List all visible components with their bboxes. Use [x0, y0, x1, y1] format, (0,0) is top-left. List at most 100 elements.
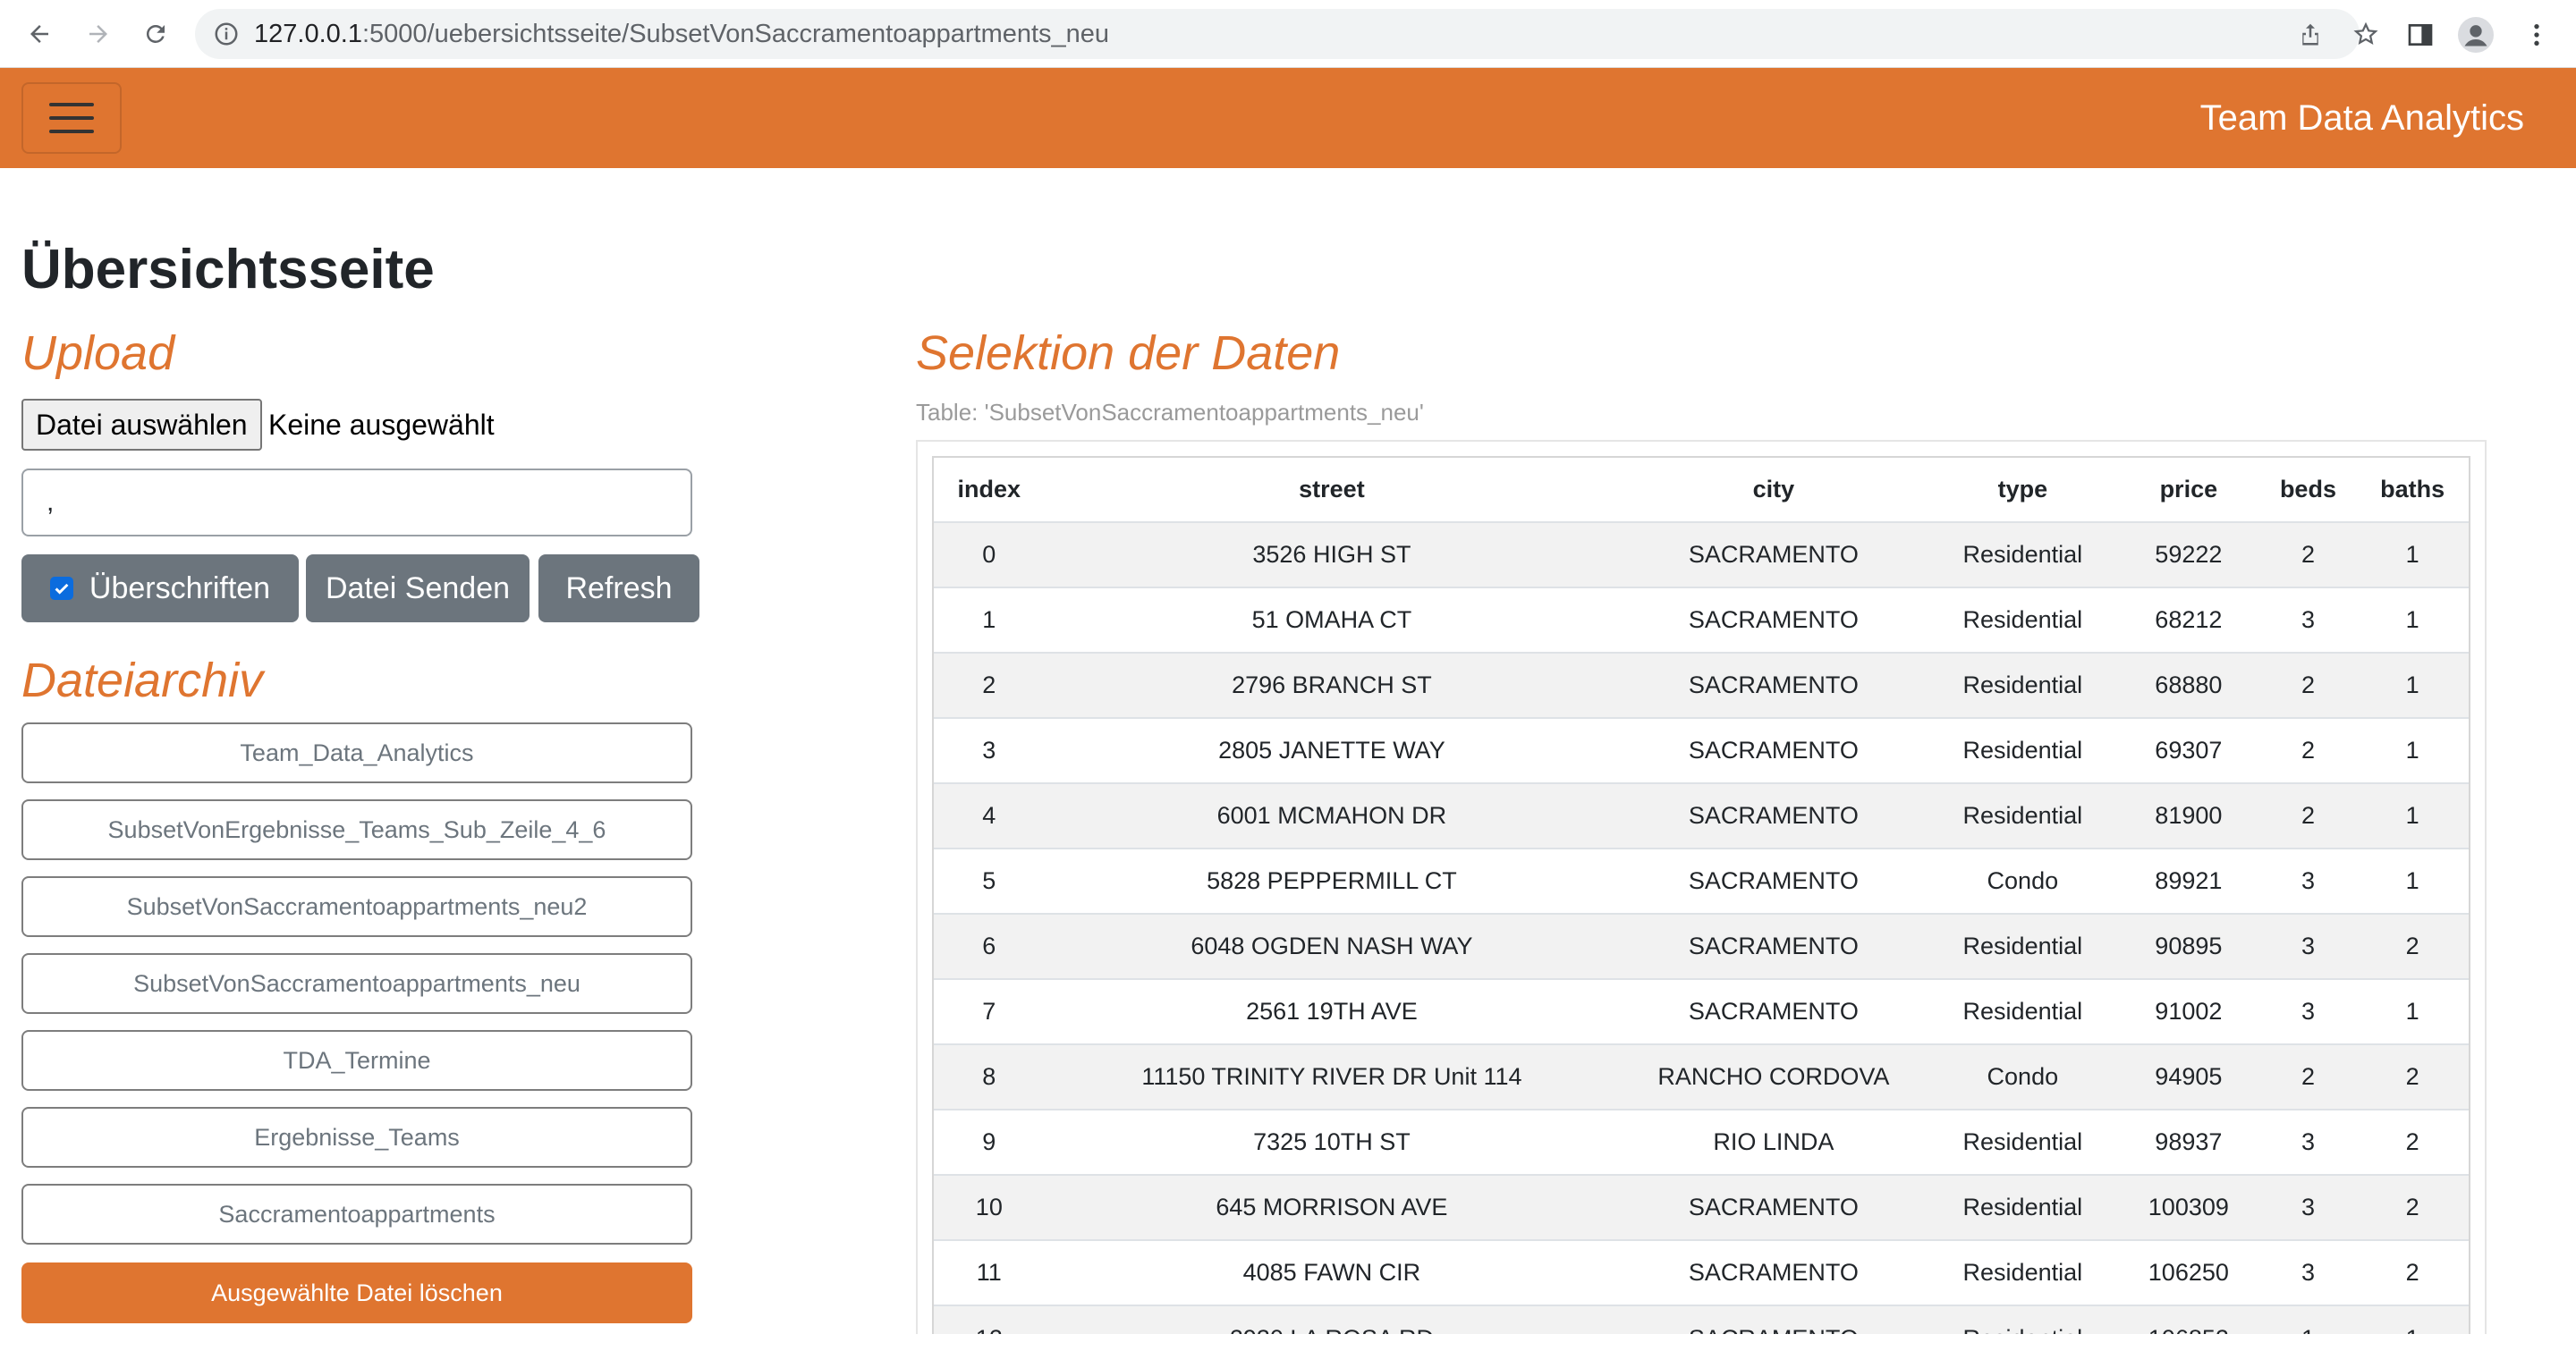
side-panel-button[interactable] [2402, 17, 2438, 53]
table-cell-price: 59222 [2117, 521, 2260, 587]
table-cell-beds: 2 [2259, 1043, 2357, 1110]
address-bar[interactable]: 127.0.0.1:5000/uebersichtsseite/SubsetVo… [195, 9, 2378, 59]
table-cell-city: SACRAMENTO [1619, 978, 1928, 1044]
table-row: 2 2796 BRANCH ST SACRAMENTO Residential 6888… [934, 652, 2469, 718]
table-cell-beds: 3 [2259, 1109, 2357, 1175]
table-cell-city: SACRAMENTO [1619, 913, 1928, 979]
url-path: :5000/uebersichtsseite/SubsetVonSaccrame… [361, 20, 1110, 48]
side-panel-icon [2408, 24, 2433, 46]
table-cell-beds: 2 [2259, 521, 2357, 587]
archive-file-button[interactable]: TDA_Termine [21, 1030, 692, 1091]
table-cell-index: 9 [934, 1109, 1045, 1175]
separator-input[interactable]: , [21, 469, 692, 536]
choose-file-button[interactable]: Datei auswählen [21, 399, 262, 451]
table-cell-index: 1 [934, 587, 1045, 653]
browser-menu-button[interactable] [2519, 17, 2555, 53]
back-button[interactable] [18, 13, 61, 55]
table-row: 10 645 MORRISON AVE SACRAMENTO Residential 1… [934, 1174, 2469, 1240]
table-cell-beds: 3 [2259, 587, 2357, 653]
table-cell-beds: 3 [2259, 978, 2357, 1044]
table-cell-street: 6048 OGDEN NASH WAY [1044, 913, 1620, 979]
refresh-button[interactable]: Refresh [538, 554, 699, 622]
archive-file-button[interactable]: SubsetVonSaccramentoappartments_neu2 [21, 876, 692, 937]
table-cell-type: Residential [1928, 913, 2118, 979]
reload-button[interactable] [134, 13, 177, 55]
table-cell-street: 51 OMAHA CT [1044, 587, 1620, 653]
table-cell-baths: 1 [2356, 587, 2469, 653]
file-status-text: Keine ausgewählt [268, 409, 495, 441]
archive-file-button[interactable]: Team_Data_Analytics [21, 722, 692, 783]
table-cell-baths: 2 [2356, 1174, 2469, 1240]
table-row: 6 6048 OGDEN NASH WAY SACRAMENTO Residentia… [934, 913, 2469, 979]
table-row: 5 5828 PEPPERMILL CT SACRAMENTO Condo 89921 3… [934, 848, 2469, 914]
column-header-city: city [1619, 458, 1928, 522]
table-cell-street: 2805 JANETTE WAY [1044, 717, 1620, 783]
archive-file-button[interactable]: Ergebnisse_Teams [21, 1107, 692, 1168]
profile-avatar-icon [2458, 17, 2494, 53]
table-cell-city: SACRAMENTO [1619, 587, 1928, 653]
table-cell-street: 2561 19TH AVE [1044, 978, 1620, 1044]
table-cell-baths: 1 [2356, 978, 2469, 1044]
checkbox-checked-icon[interactable] [49, 577, 73, 600]
selection-heading: Selektion der Daten [916, 326, 1341, 380]
table-cell-city: RANCHO CORDOVA [1619, 1043, 1928, 1110]
table-row: 11 4085 FAWN CIR SACRAMENTO Residential 1062… [934, 1239, 2469, 1305]
table-cell-city: SACRAMENTO [1619, 652, 1928, 718]
table-header-row: index street city type price beds baths [934, 458, 2469, 522]
send-file-button[interactable]: Datei Senden [306, 554, 530, 622]
profile-button[interactable] [2458, 17, 2494, 53]
table-cell-street: 7325 10TH ST [1044, 1109, 1620, 1175]
table-cell-baths: 1 [2356, 1305, 2469, 1334]
archive-file-button[interactable]: SubsetVonSaccramentoappartments_neu [21, 953, 692, 1014]
table-cell-beds: 2 [2259, 782, 2357, 849]
table-cell-baths: 2 [2356, 1043, 2469, 1110]
table-row: 1 51 OMAHA CT SACRAMENTO Residential 68212 3 1 [934, 587, 2469, 653]
table-cell-price: 68212 [2117, 587, 2260, 653]
headers-checkbox-button[interactable]: Überschriften [21, 554, 299, 622]
hamburger-icon-bar [49, 116, 94, 120]
menu-toggle-button[interactable] [21, 82, 122, 154]
table-cell-type: Residential [1928, 1305, 2118, 1334]
table-cell-baths: 1 [2356, 717, 2469, 783]
arrow-right-icon [89, 25, 107, 43]
table-row: 0 3526 HIGH ST SACRAMENTO Residential 59222 2… [934, 521, 2469, 587]
forward-button[interactable] [77, 13, 120, 55]
table-cell-index: 3 [934, 717, 1045, 783]
table-cell-index: 8 [934, 1043, 1045, 1110]
info-icon[interactable] [213, 21, 240, 47]
column-header-baths: baths [2356, 458, 2469, 522]
column-header-index: index [934, 458, 1045, 522]
table-cell-type: Residential [1928, 587, 2118, 653]
archive-file-button[interactable]: Saccramentoappartments [21, 1184, 692, 1245]
table-row: 122930 LA ROSA RDSACRAMENTOResidential10… [934, 1305, 2469, 1334]
table-cell-index: 11 [934, 1239, 1045, 1305]
table-cell-price: 89921 [2117, 848, 2260, 914]
table-caption: Table: 'SubsetVonSaccramentoappartments_… [916, 399, 1424, 426]
reload-icon [146, 24, 165, 43]
bookmark-star-icon[interactable] [2352, 21, 2379, 47]
table-cell-city: RIO LINDA [1619, 1109, 1928, 1175]
table-container[interactable]: index street city type price beds baths 0 3526 … [916, 440, 2487, 1334]
table-cell-city: SACRAMENTO [1619, 1305, 1928, 1334]
table-cell-price: 91002 [2117, 978, 2260, 1044]
table-cell-type: Residential [1928, 521, 2118, 587]
browser-toolbar: 127.0.0.1:5000/uebersichtsseite/SubsetVo… [0, 0, 2576, 68]
page-title: Übersichtsseite [21, 239, 435, 300]
table-cell-index: 12 [934, 1305, 1045, 1334]
table-cell-street: 2796 BRANCH ST [1044, 652, 1620, 718]
delete-file-button[interactable]: Ausgewählte Datei löschen [21, 1262, 692, 1323]
table-cell-price: 69307 [2117, 717, 2260, 783]
table-cell-type: Residential [1928, 1174, 2118, 1240]
hamburger-icon-bar [49, 103, 94, 106]
table-cell-baths: 1 [2356, 652, 2469, 718]
table-cell-price: 98937 [2117, 1109, 2260, 1175]
brand-title[interactable]: Team Data Analytics [2200, 68, 2524, 168]
share-icon[interactable] [2297, 21, 2324, 47]
archive-file-button[interactable]: SubsetVonErgebnisse_Teams_Sub_Zeile_4_6 [21, 799, 692, 860]
table-cell-index: 0 [934, 521, 1045, 587]
more-vertical-icon [2534, 24, 2539, 46]
data-table: index street city type price beds baths 0 3526 … [934, 458, 2469, 1334]
url-text: 127.0.0.1:5000/uebersichtsseite/SubsetVo… [254, 9, 1109, 59]
table-cell-street: 645 MORRISON AVE [1044, 1174, 1620, 1240]
table-cell-price: 100309 [2117, 1174, 2260, 1240]
